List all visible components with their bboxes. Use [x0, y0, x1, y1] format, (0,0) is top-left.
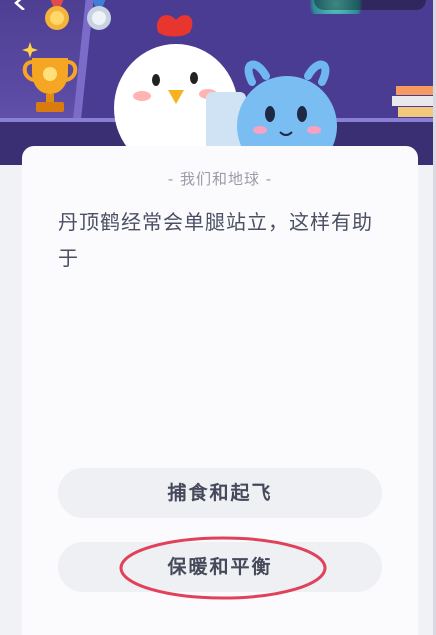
- chicken-mascot: [114, 15, 246, 162]
- quiz-category: - 我们和地球 -: [167, 170, 273, 188]
- menu-capsule[interactable]: [314, 0, 426, 10]
- highlight-circle: [119, 536, 327, 600]
- gold-medal-icon: [45, 0, 69, 30]
- back-icon[interactable]: [10, 0, 32, 10]
- answer-option-1[interactable]: 捕食和起飞: [58, 468, 382, 518]
- trophy-icon: [22, 58, 78, 112]
- quiz-page: - 我们和地球 - 丹顶鹤经常会单腿站立，这样有助于 捕食和起飞 保暖和平衡: [0, 0, 436, 635]
- question-text: 丹顶鹤经常会单腿站立，这样有助于: [58, 210, 373, 270]
- top-right-controls: [306, 0, 426, 12]
- header-illustration: [0, 0, 436, 165]
- books-icon: [392, 86, 436, 117]
